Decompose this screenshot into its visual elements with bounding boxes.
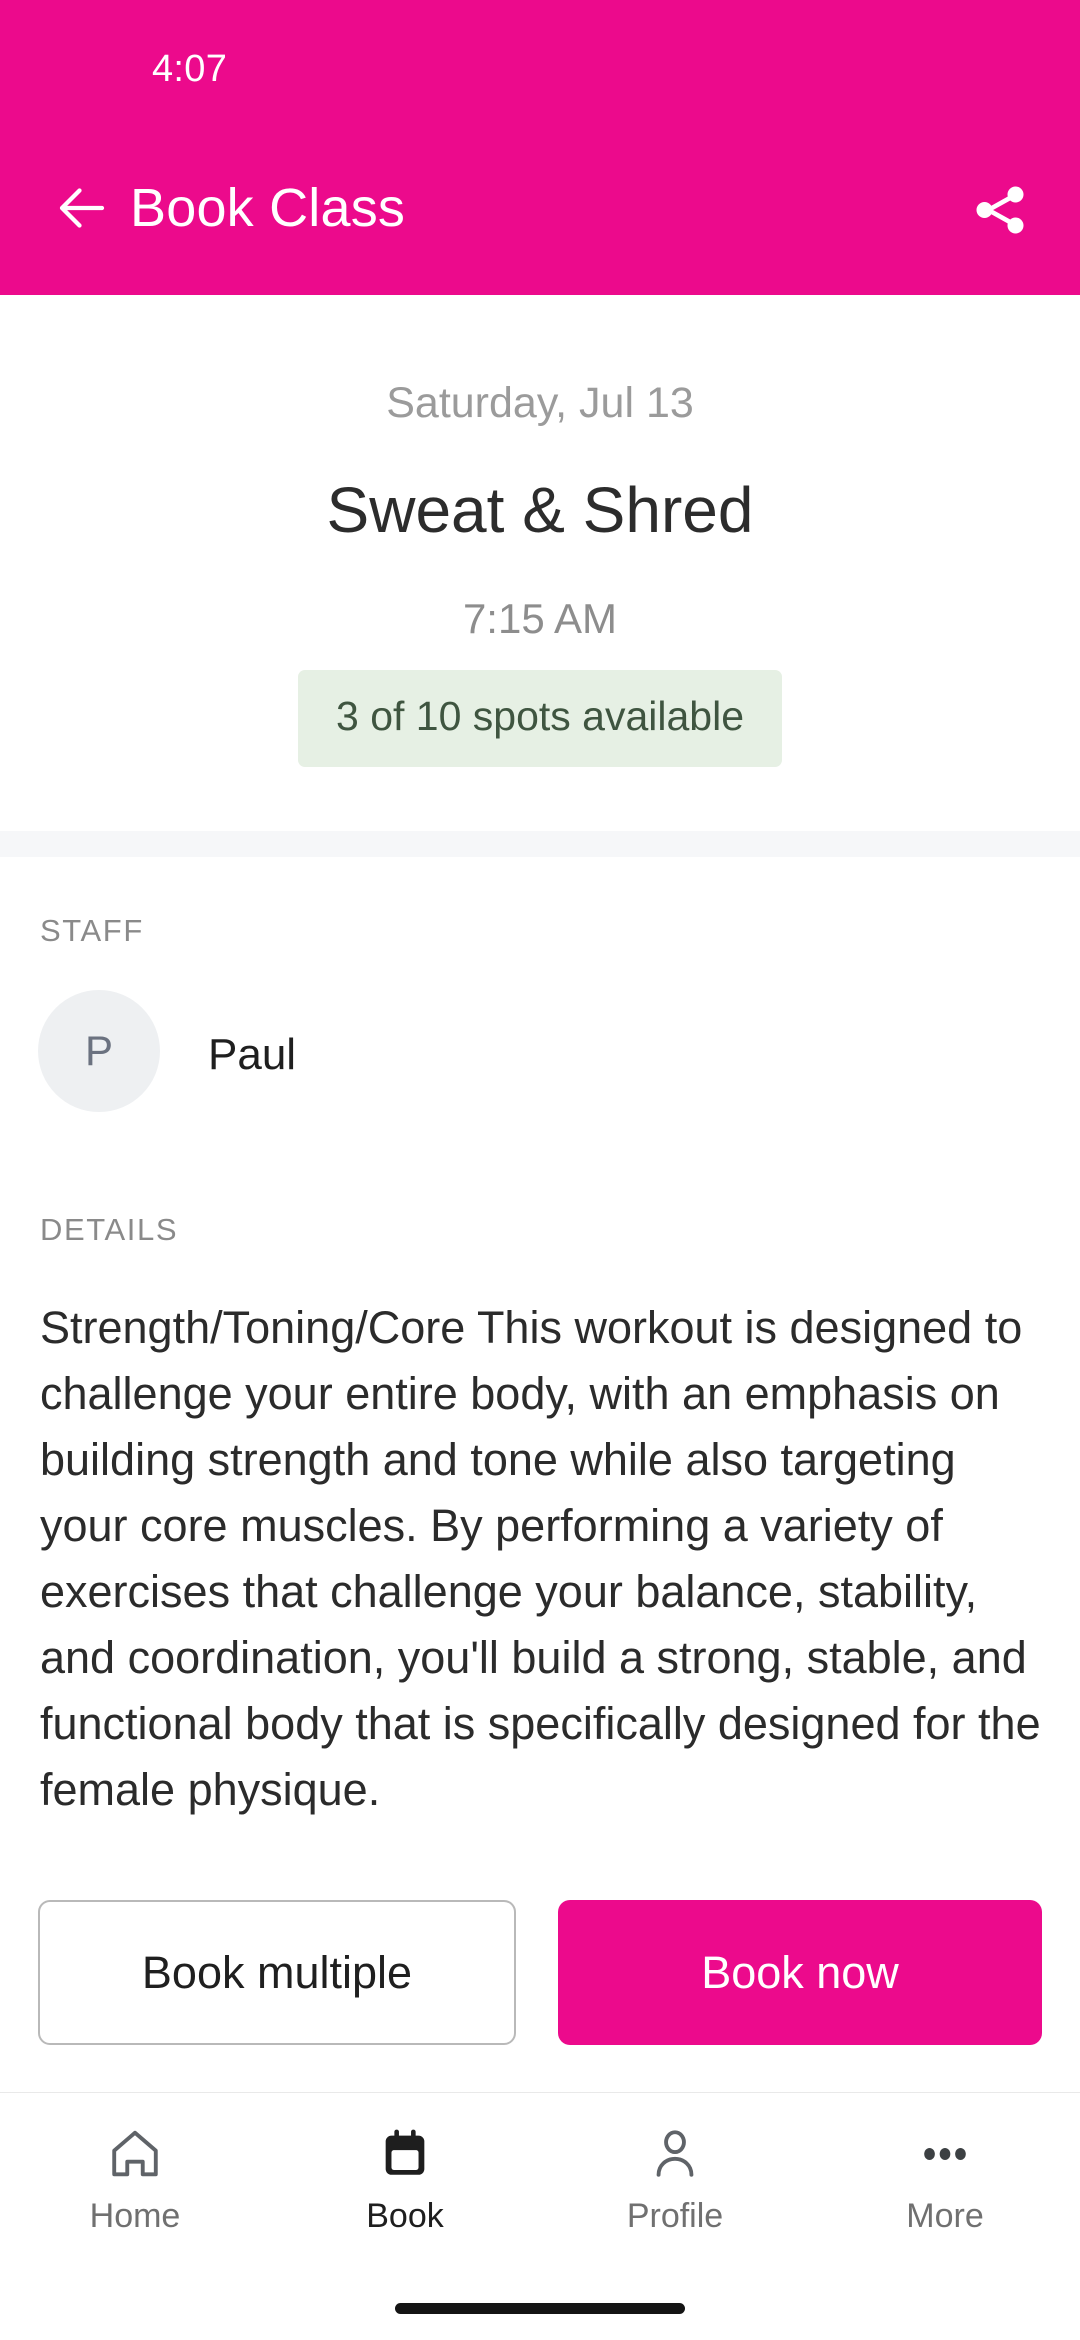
book-now-button[interactable]: Book now	[558, 1900, 1042, 2045]
person-icon	[646, 2121, 704, 2187]
more-icon	[916, 2121, 974, 2187]
home-indicator	[395, 2303, 685, 2314]
nav-label-profile: Profile	[626, 2197, 724, 2235]
share-icon	[976, 186, 1024, 234]
staff-section-label: STAFF	[40, 913, 144, 948]
class-title: Sweat & Shred	[326, 474, 754, 546]
calendar-icon	[376, 2121, 434, 2187]
nav-label-more: More	[906, 2197, 984, 2235]
back-button[interactable]	[40, 166, 124, 250]
nav-item-home[interactable]: Home	[0, 2093, 270, 2278]
share-button[interactable]	[956, 166, 1044, 254]
details-body: Strength/Toning/Core This workout is des…	[40, 1302, 1041, 1815]
nav-item-profile[interactable]: Profile	[540, 2093, 810, 2278]
status-bar-clock: 4:07	[152, 48, 228, 90]
bottom-nav-items: Home Book Profile More	[0, 2093, 1080, 2278]
staff-avatar[interactable]: P	[38, 990, 160, 1112]
section-divider	[0, 831, 1080, 857]
book-multiple-button[interactable]: Book multiple	[38, 1900, 516, 2045]
page-title: Book Class	[130, 178, 406, 238]
class-date: Saturday, Jul 13	[386, 379, 694, 427]
arrow-left-icon	[59, 188, 105, 228]
nav-label-book: Book	[366, 2197, 444, 2235]
app-screen: 4:07 Book Class Saturday, Jul 13 Sweat &…	[0, 0, 1080, 2340]
avatar-initial: P	[84, 1027, 113, 1074]
spots-available-badge: 3 of 10 spots available	[298, 670, 782, 767]
nav-item-more[interactable]: More	[810, 2093, 1080, 2278]
app-bar: 4:07 Book Class	[0, 0, 1080, 295]
class-time: 7:15 AM	[462, 595, 618, 642]
nav-label-home: Home	[89, 2197, 181, 2235]
staff-name[interactable]: Paul	[208, 1030, 296, 1080]
home-icon	[106, 2121, 164, 2187]
details-section-label: DETAILS	[40, 1212, 179, 1247]
action-bar: Book multiple Book now	[0, 1875, 1080, 2070]
bottom-navigation: Home Book Profile More	[0, 2092, 1080, 2340]
class-summary: Saturday, Jul 13 Sweat & Shred 7:15 AM 3…	[0, 295, 1080, 835]
nav-item-book[interactable]: Book	[270, 2093, 540, 2278]
status-bar: 4:07	[0, 0, 1080, 120]
details-clip: Strength/Toning/Core This workout is des…	[0, 1295, 1080, 1870]
app-bar-row: Book Class	[0, 120, 1080, 295]
